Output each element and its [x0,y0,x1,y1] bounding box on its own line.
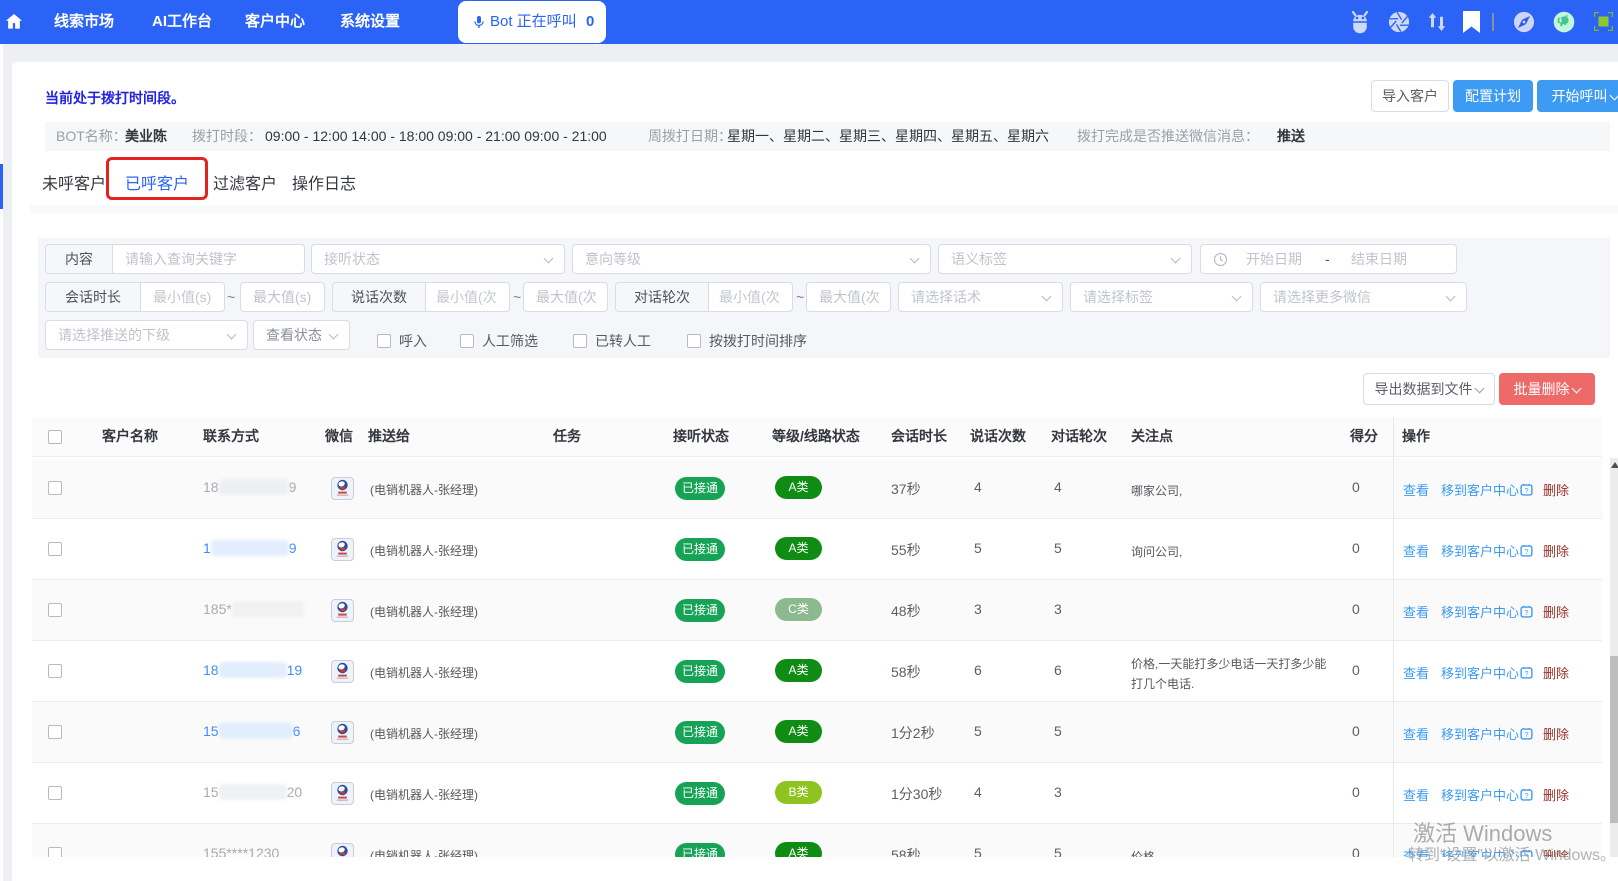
svg-text:?: ? [1525,610,1529,617]
svg-text:?: ? [1525,549,1529,556]
svg-text:?: ? [1525,732,1529,739]
svg-text:?: ? [1525,671,1529,678]
svg-text:?: ? [1525,488,1529,495]
svg-text:?: ? [1525,793,1529,800]
